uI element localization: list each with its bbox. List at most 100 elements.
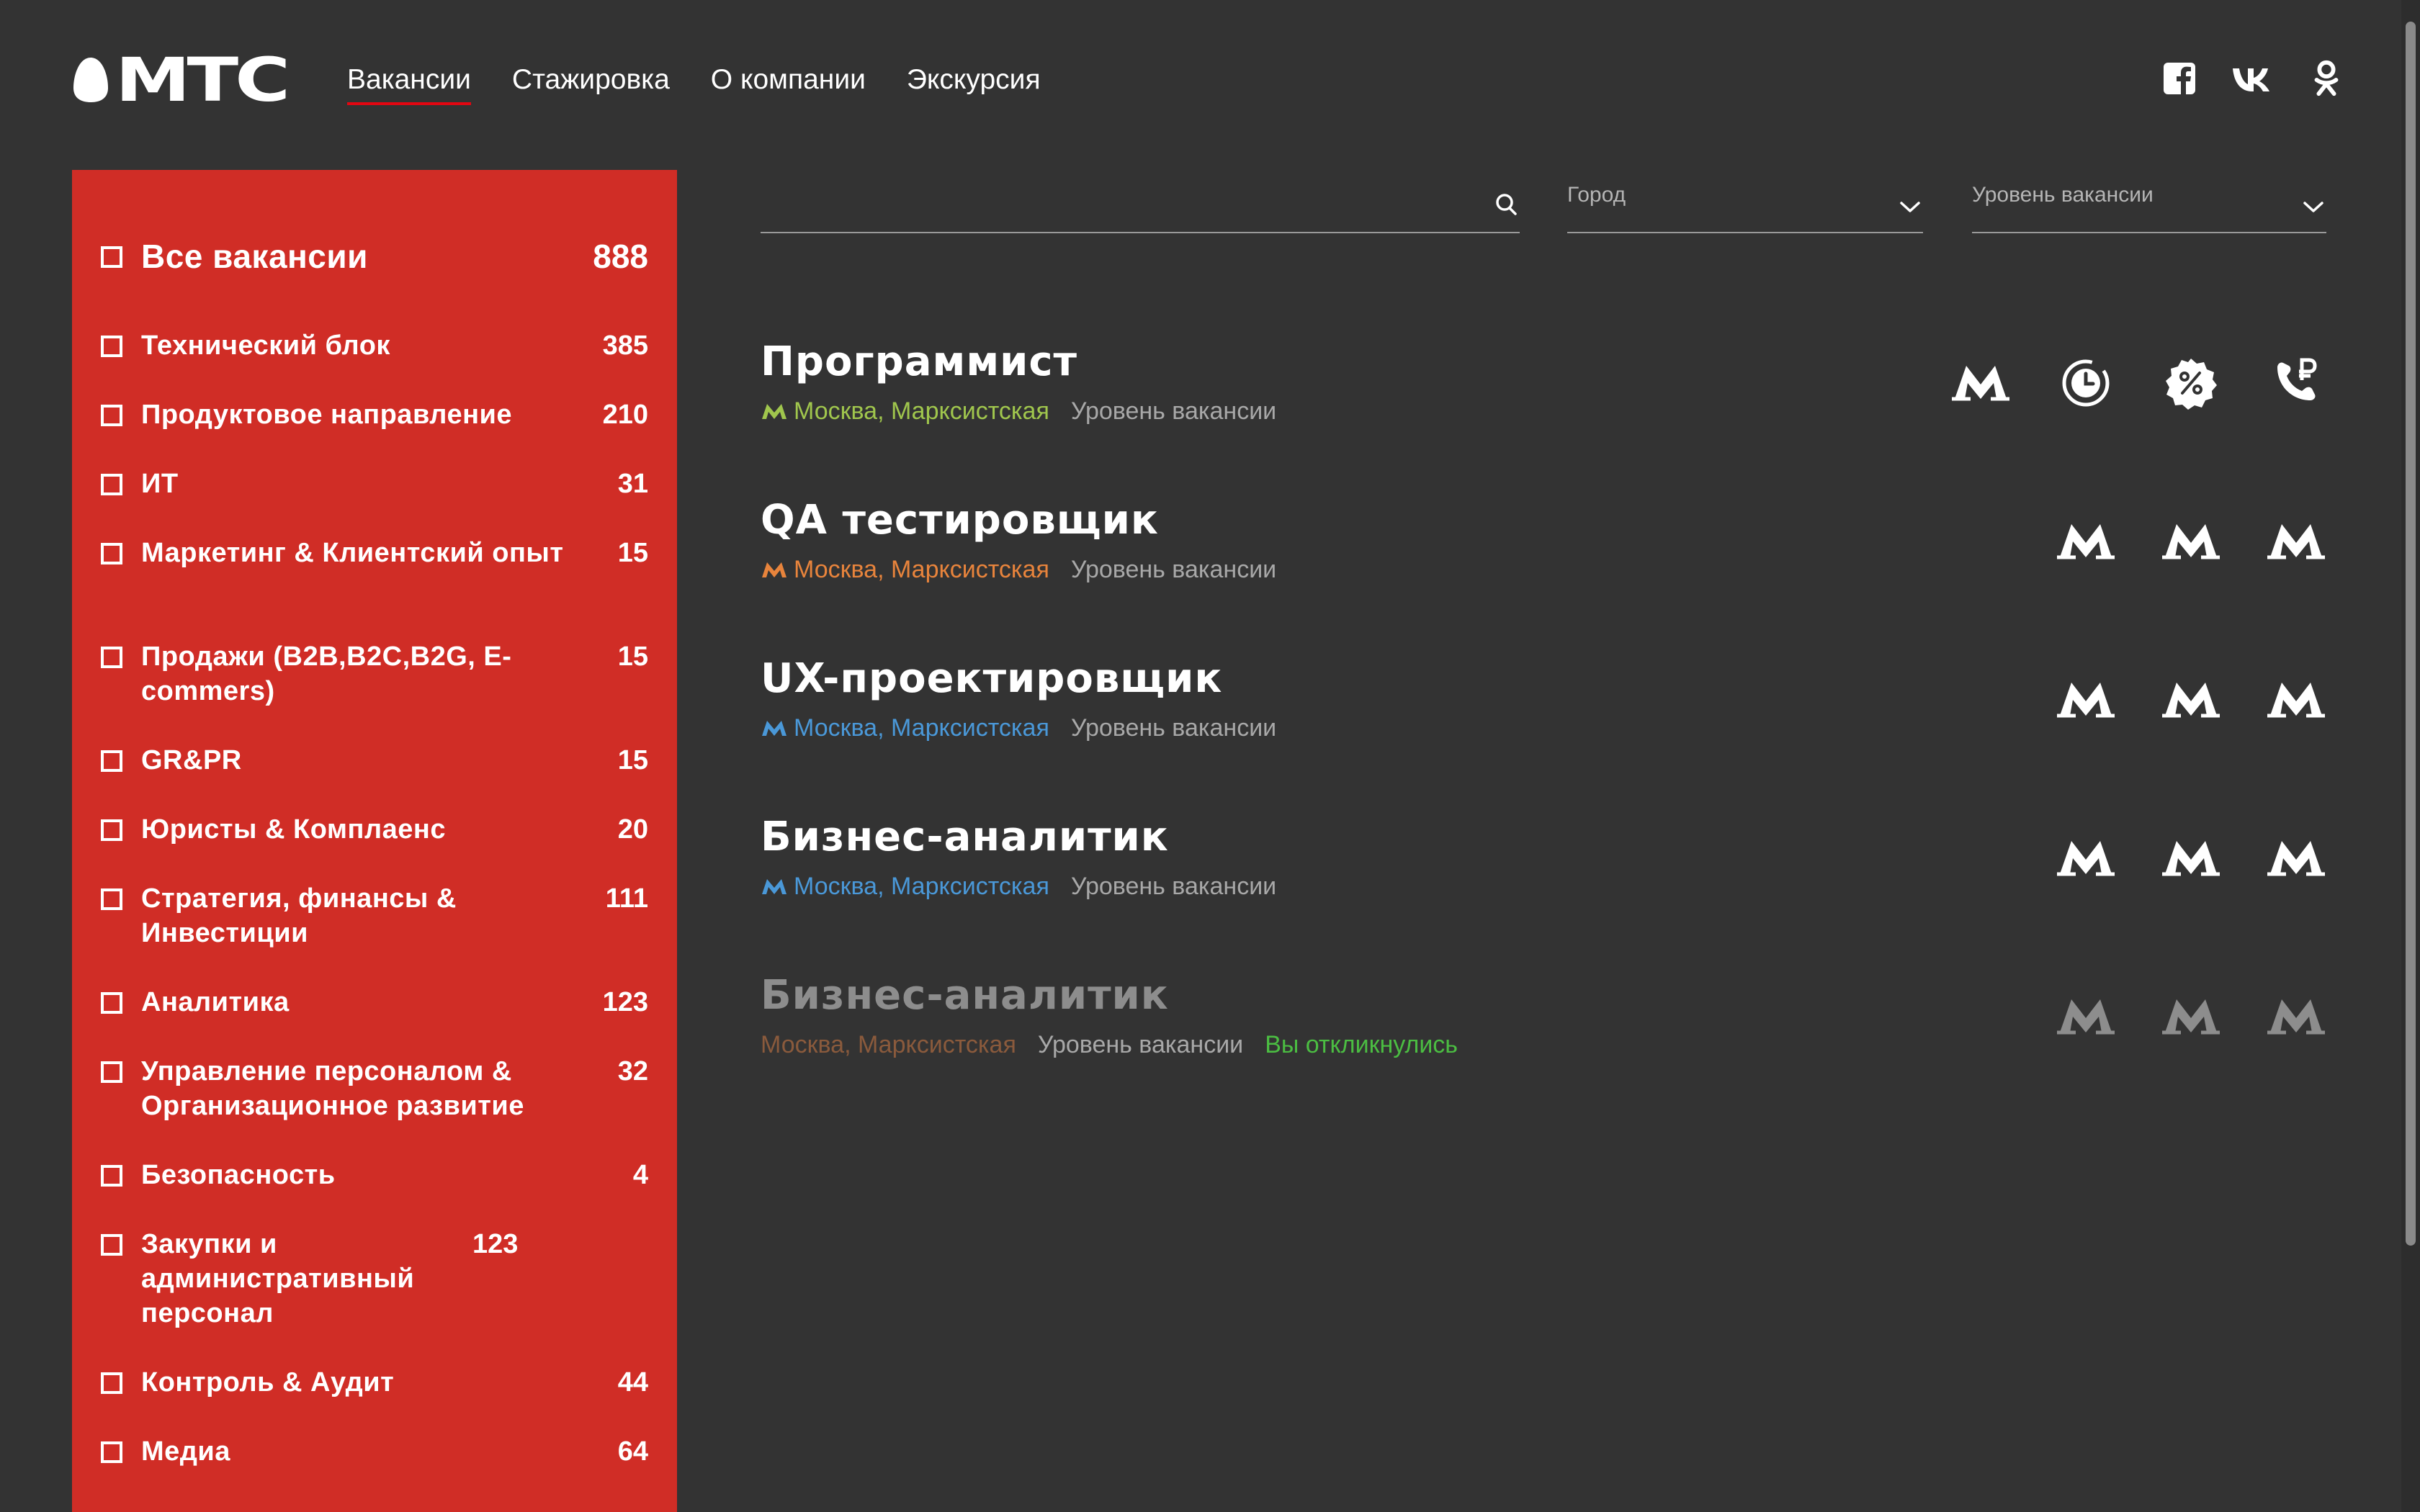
category-item[interactable]: Безопасность 4 bbox=[101, 1158, 648, 1192]
category-checkbox[interactable] bbox=[101, 1234, 122, 1256]
category-count: 385 bbox=[602, 330, 648, 361]
category-checkbox[interactable] bbox=[101, 819, 122, 841]
category-checkbox[interactable] bbox=[101, 888, 122, 910]
category-item[interactable]: GR&PR 15 bbox=[101, 743, 648, 778]
category-item-all[interactable]: Все вакансии 888 bbox=[101, 238, 648, 275]
category-count: 44 bbox=[617, 1367, 648, 1398]
metro-icon bbox=[2162, 999, 2220, 1035]
category-count: 20 bbox=[617, 814, 648, 845]
category-checkbox[interactable] bbox=[101, 1061, 122, 1083]
nav-internship[interactable]: Стажировка bbox=[512, 62, 670, 105]
nav-vacancies[interactable]: Вакансии bbox=[347, 62, 471, 105]
category-label: Контроль & Аудит bbox=[141, 1367, 395, 1398]
category-label: Управление персоналом & Организационное … bbox=[141, 1056, 524, 1121]
vacancy-title[interactable]: QA тестировщик bbox=[761, 495, 1159, 546]
category-checkbox[interactable] bbox=[101, 1165, 122, 1187]
vacancy-title[interactable]: Бизнес-аналитик bbox=[761, 812, 1169, 863]
category-item[interactable]: Продуктовое направление 210 bbox=[101, 397, 648, 432]
vacancy-level: Уровень вакансии bbox=[1070, 556, 1277, 583]
nav-excursion[interactable]: Экскурсия bbox=[907, 62, 1041, 105]
category-item[interactable]: Аналитика 123 bbox=[101, 985, 648, 1020]
vacancy-card-responded[interactable]: Бизнес-аналитик Москва, Марксистская Уро… bbox=[761, 971, 2325, 1086]
phone-payment-icon bbox=[2277, 358, 2317, 400]
vacancy-meta: Москва, Марксистская Уровень вакансии bbox=[761, 870, 1276, 903]
social-links bbox=[2162, 59, 2344, 98]
search-input[interactable] bbox=[761, 179, 1520, 232]
category-count: 15 bbox=[617, 538, 648, 568]
category-label: ИТ bbox=[141, 469, 179, 499]
category-item[interactable]: Технический блок 385 bbox=[101, 328, 648, 363]
responded-status: Вы откликнулись bbox=[1265, 1031, 1458, 1058]
vk-icon[interactable] bbox=[2231, 59, 2275, 98]
metro-icon bbox=[2057, 999, 2115, 1035]
category-count: 4 bbox=[632, 1160, 648, 1190]
location-text: Москва, Марксистская bbox=[794, 873, 1049, 900]
category-item[interactable]: Контроль & Аудит 44 bbox=[101, 1365, 648, 1400]
chevron-down-icon bbox=[1900, 202, 1920, 212]
category-label: Безопасность bbox=[141, 1160, 336, 1190]
vacancy-title[interactable]: Программист bbox=[761, 337, 1077, 387]
category-label: Закупки и административный персонал bbox=[141, 1229, 415, 1328]
vacancy-title[interactable]: Бизнес-аналитик bbox=[761, 971, 1169, 1021]
category-checkbox[interactable] bbox=[101, 336, 122, 357]
level-placeholder: Уровень вакансии bbox=[1972, 183, 2154, 207]
category-checkbox[interactable] bbox=[101, 543, 122, 564]
vacancy-feature-icons bbox=[2057, 671, 2325, 729]
category-item[interactable]: Продажи (B2B,B2C,B2G, E-commers) 15 bbox=[101, 639, 648, 708]
metro-icon bbox=[2267, 999, 2325, 1035]
category-checkbox[interactable] bbox=[101, 992, 122, 1014]
scrollbar-thumb[interactable] bbox=[2406, 22, 2416, 1246]
category-item[interactable]: Маркетинг & Клиентский опыт 15 bbox=[101, 536, 648, 570]
category-item[interactable]: Юристы & Комплаенс 20 bbox=[101, 812, 648, 847]
category-checkbox[interactable] bbox=[101, 1372, 122, 1394]
mts-logo[interactable]: МТС bbox=[72, 50, 290, 110]
category-label: Аналитика bbox=[141, 987, 290, 1017]
category-checkbox[interactable] bbox=[101, 474, 122, 495]
vacancy-card[interactable]: UX-проектировщик Москва, Марксистская Ур… bbox=[761, 654, 2325, 769]
main-nav: Вакансии Стажировка О компании Экскурсия bbox=[347, 62, 1041, 105]
city-select[interactable]: Город bbox=[1567, 179, 1923, 233]
metro-icon bbox=[1952, 366, 2009, 401]
vacancy-level: Уровень вакансии bbox=[1070, 397, 1277, 425]
vacancy-meta: Москва, Марксистская Уровень вакансии bbox=[761, 711, 1276, 744]
category-checkbox[interactable] bbox=[101, 1441, 122, 1463]
search-icon[interactable] bbox=[1494, 190, 1520, 219]
nav-about[interactable]: О компании bbox=[711, 62, 866, 105]
search-filter bbox=[761, 179, 1520, 233]
category-count: 123 bbox=[472, 1229, 519, 1259]
category-checkbox[interactable] bbox=[101, 246, 122, 268]
category-sidebar: Все вакансии 888 Технический блок 385 Пр… bbox=[72, 170, 677, 1512]
metro-icon bbox=[762, 721, 786, 736]
category-checkbox[interactable] bbox=[101, 405, 122, 426]
category-checkbox[interactable] bbox=[101, 647, 122, 668]
vacancy-card[interactable]: Программист Москва, Марксистская Уровень… bbox=[761, 337, 2325, 452]
category-item[interactable]: Управление персоналом & Организационное … bbox=[101, 1054, 648, 1123]
vacancy-meta: Москва, Марксистская Уровень вакансии Вы… bbox=[761, 1028, 1458, 1061]
vacancy-card[interactable]: QA тестировщик Москва, Марксистская Уров… bbox=[761, 495, 2325, 611]
vacancy-location: Москва, Марксистская bbox=[761, 870, 1049, 903]
facebook-icon[interactable] bbox=[2162, 59, 2197, 98]
category-checkbox[interactable] bbox=[101, 750, 122, 772]
vacancy-title[interactable]: UX-проектировщик bbox=[761, 654, 1222, 704]
category-item[interactable]: Стратегия, финансы & Инвестиции 111 bbox=[101, 881, 648, 950]
chevron-down-icon bbox=[2303, 202, 2323, 212]
vacancy-feature-icons bbox=[1952, 354, 2325, 412]
level-select[interactable]: Уровень вакансии bbox=[1972, 179, 2326, 233]
category-item[interactable]: ИТ 31 bbox=[101, 467, 648, 501]
discount-icon bbox=[2166, 359, 2217, 410]
odnoklassniki-icon[interactable] bbox=[2309, 59, 2344, 98]
vacancy-card[interactable]: Бизнес-аналитик Москва, Марксистская Уро… bbox=[761, 812, 2325, 927]
category-item[interactable]: Закупки и административный персонал 123 bbox=[101, 1227, 648, 1331]
category-count: 888 bbox=[593, 238, 648, 275]
category-item[interactable]: Медиа 64 bbox=[101, 1434, 648, 1469]
vacancies-page: МТС Вакансии Стажировка О компании Экску… bbox=[0, 0, 2420, 1512]
metro-icon bbox=[2162, 841, 2220, 876]
category-count: 32 bbox=[617, 1056, 648, 1086]
category-label: Продуктовое направление bbox=[141, 400, 513, 430]
category-label: Маркетинг & Клиентский опыт bbox=[141, 538, 564, 568]
logo-text: МТС bbox=[115, 45, 290, 115]
vacancy-feature-icons bbox=[2057, 988, 2325, 1045]
page-scrollbar[interactable] bbox=[2401, 0, 2420, 1512]
vacancy-location: Москва, Марксистская bbox=[761, 395, 1049, 428]
metro-icon bbox=[2267, 841, 2325, 876]
